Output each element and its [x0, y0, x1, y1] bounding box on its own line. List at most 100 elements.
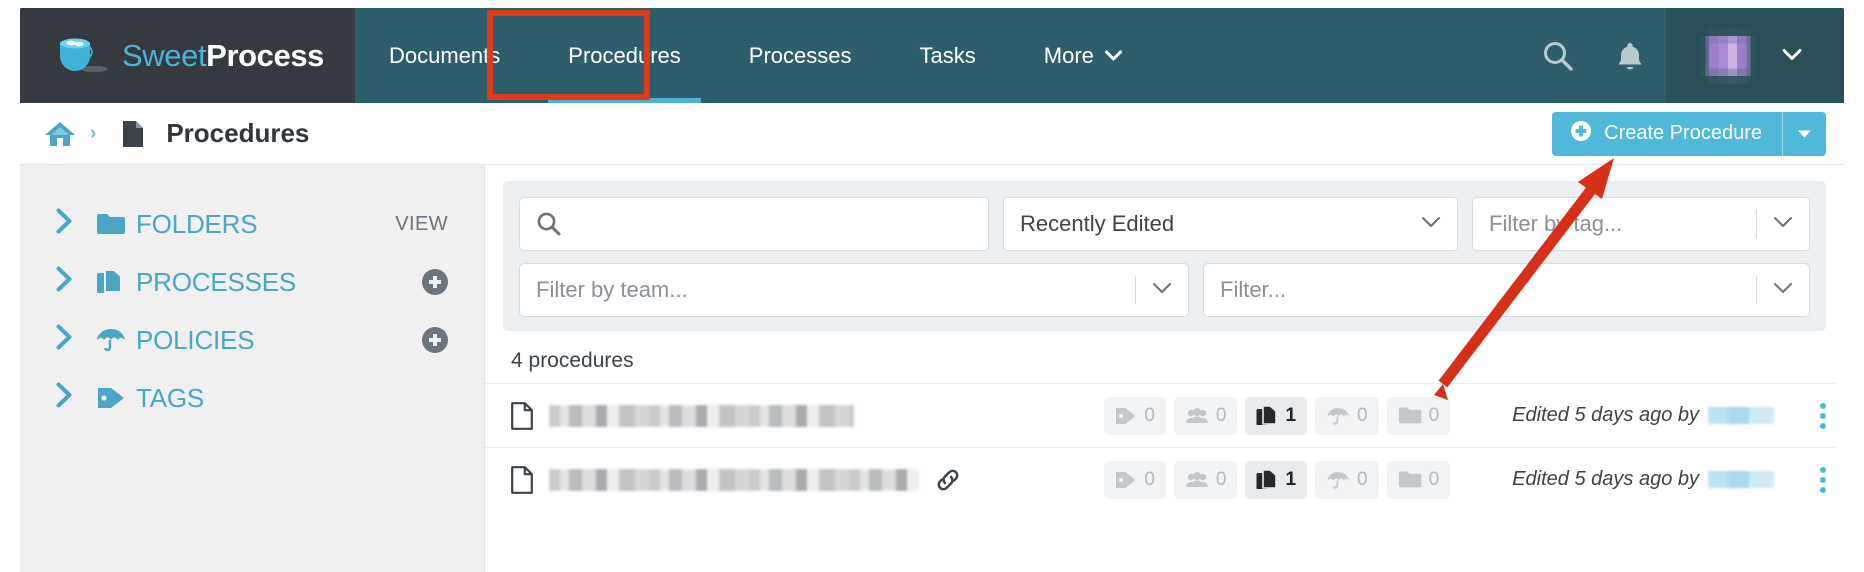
- badge-policies-value: 0: [1357, 468, 1368, 490]
- breadcrumb-separator: ›: [90, 122, 97, 144]
- badge-policies[interactable]: 0: [1315, 396, 1379, 435]
- bell-icon[interactable]: [1594, 8, 1666, 103]
- nav-tab-procedures[interactable]: Procedures: [534, 8, 715, 103]
- link-icon: [935, 467, 961, 493]
- filters-panel: Recently Edited Filter by tag... Filter …: [503, 181, 1826, 331]
- coffee-cup-icon: [56, 35, 110, 77]
- badge-folders[interactable]: 0: [1386, 396, 1451, 435]
- sidebar-item-processes[interactable]: PROCESSES: [20, 253, 484, 311]
- row-badges: 0 0 1 0 0: [1104, 396, 1451, 435]
- sort-select[interactable]: Recently Edited: [1003, 197, 1458, 251]
- table-row[interactable]: 0 0 1 0 0 Edited 5 days ago by: [485, 447, 1844, 511]
- top-navigation-bar: SweetProcess Documents Procedures Proces…: [20, 8, 1844, 103]
- chevron-down-icon: [1782, 44, 1802, 67]
- badge-processes-value: 1: [1285, 468, 1297, 490]
- brand-logo[interactable]: SweetProcess: [20, 8, 355, 103]
- page-scrollbar[interactable]: [1836, 320, 1844, 572]
- nav-tab-documents-label: Documents: [389, 42, 501, 68]
- document-icon: [122, 120, 144, 148]
- result-count: 4 procedures: [511, 349, 634, 372]
- badge-processes-value: 1: [1285, 404, 1297, 426]
- main-content: Recently Edited Filter by tag... Filter …: [485, 165, 1844, 572]
- badge-policies-value: 0: [1357, 404, 1368, 426]
- umbrella-icon: [96, 327, 136, 353]
- procedure-title-redacted: [549, 468, 919, 491]
- sidebar-folders-actions: VIEW: [395, 213, 448, 236]
- chevron-down-icon: [1136, 281, 1172, 299]
- search-input[interactable]: [519, 197, 989, 251]
- team-filter-placeholder: Filter by team...: [536, 277, 688, 302]
- create-procedure-dropdown-toggle[interactable]: [1782, 111, 1826, 156]
- row-author-redacted: [1708, 407, 1774, 424]
- nav-tab-procedures-label: Procedures: [568, 42, 681, 68]
- create-procedure-label: Create Procedure: [1604, 122, 1762, 144]
- sidebar-item-policies[interactable]: POLICIES: [20, 311, 484, 369]
- folder-icon: [96, 212, 136, 236]
- sidebar-item-policies-label: POLICIES: [136, 324, 255, 355]
- badge-folders-value: 0: [1428, 468, 1440, 490]
- kebab-menu-icon[interactable]: [1820, 466, 1826, 493]
- nav-tab-documents[interactable]: Documents: [355, 8, 534, 103]
- nav-items: Documents Procedures Processes Tasks Mor…: [355, 8, 1522, 103]
- badge-folders[interactable]: 0: [1386, 460, 1451, 499]
- sidebar-item-tags-label: TAGS: [136, 382, 205, 413]
- folders-view-link[interactable]: VIEW: [395, 213, 448, 236]
- document-icon: [511, 465, 533, 494]
- badge-teams[interactable]: 0: [1173, 460, 1238, 499]
- procedure-title-redacted: [549, 404, 854, 427]
- badge-tags[interactable]: 0: [1104, 396, 1166, 435]
- chevron-right-icon: [56, 266, 96, 299]
- filters-row-2: Filter by team... Filter...: [519, 263, 1810, 317]
- search-icon[interactable]: [1522, 8, 1594, 103]
- sidebar-item-processes-label: PROCESSES: [136, 266, 297, 297]
- badge-processes[interactable]: 1: [1245, 396, 1308, 435]
- tag-filter-placeholder: Filter by tag...: [1489, 211, 1623, 236]
- sidebar-item-folders[interactable]: FOLDERS VIEW: [20, 195, 484, 253]
- brand-name-process: Process: [206, 37, 325, 73]
- tag-filter-select[interactable]: Filter by tag...: [1472, 197, 1810, 251]
- sort-select-value: Recently Edited: [1020, 211, 1175, 236]
- sweetprocess-procedures-page: SweetProcess Documents Procedures Proces…: [0, 0, 1864, 572]
- chevron-right-icon: [56, 382, 96, 415]
- team-filter-select[interactable]: Filter by team...: [519, 263, 1189, 317]
- chevron-down-icon: [1757, 281, 1793, 299]
- page-title: Procedures: [166, 118, 310, 148]
- badge-teams[interactable]: 0: [1173, 396, 1238, 435]
- table-row[interactable]: 0 0 1 0 0 Edited 5 days ago by: [485, 383, 1844, 447]
- nav-tab-processes[interactable]: Processes: [715, 8, 886, 103]
- avatar: [1700, 27, 1756, 84]
- plus-circle-icon: [1570, 120, 1592, 148]
- badge-folders-value: 0: [1428, 404, 1440, 426]
- badge-tags-value: 0: [1144, 404, 1155, 426]
- badge-processes[interactable]: 1: [1245, 460, 1308, 499]
- badge-tags[interactable]: 0: [1104, 460, 1166, 499]
- row-edited-info: Edited 5 days ago by: [1512, 404, 1774, 427]
- nav-tab-tasks-label: Tasks: [919, 42, 976, 68]
- kebab-menu-icon[interactable]: [1820, 402, 1826, 429]
- document-icon: [511, 401, 533, 430]
- badge-policies[interactable]: 0: [1315, 460, 1379, 499]
- nav-tab-tasks[interactable]: Tasks: [886, 8, 1010, 103]
- create-procedure-button[interactable]: Create Procedure: [1552, 111, 1782, 156]
- filters-row-1: Recently Edited Filter by tag...: [519, 197, 1810, 251]
- nav-tab-processes-label: Processes: [748, 42, 852, 68]
- add-policy-button[interactable]: [422, 327, 448, 353]
- user-menu[interactable]: [1666, 8, 1844, 103]
- row-edited-text: Edited 5 days ago by: [1512, 404, 1699, 426]
- badge-teams-value: 0: [1215, 404, 1227, 426]
- badge-teams-value: 0: [1215, 468, 1227, 490]
- other-filter-select[interactable]: Filter...: [1203, 263, 1810, 317]
- create-procedure-button-group: Create Procedure: [1552, 111, 1826, 156]
- home-icon[interactable]: [44, 120, 76, 148]
- row-badges: 0 0 1 0 0: [1104, 460, 1451, 499]
- sidebar-item-folders-label: FOLDERS: [136, 208, 258, 239]
- row-author-redacted: [1708, 471, 1774, 488]
- nav-tab-more-label: More: [1043, 42, 1094, 68]
- nav-tab-more[interactable]: More: [1010, 8, 1156, 103]
- sidebar: FOLDERS VIEW PROCESSES POLICIES TAGS: [20, 165, 485, 572]
- add-process-button[interactable]: [422, 269, 448, 295]
- row-edited-info: Edited 5 days ago by: [1512, 468, 1774, 491]
- other-filter-placeholder: Filter...: [1220, 277, 1287, 302]
- sidebar-item-tags[interactable]: TAGS: [20, 369, 484, 427]
- chevron-down-icon: [1104, 48, 1122, 65]
